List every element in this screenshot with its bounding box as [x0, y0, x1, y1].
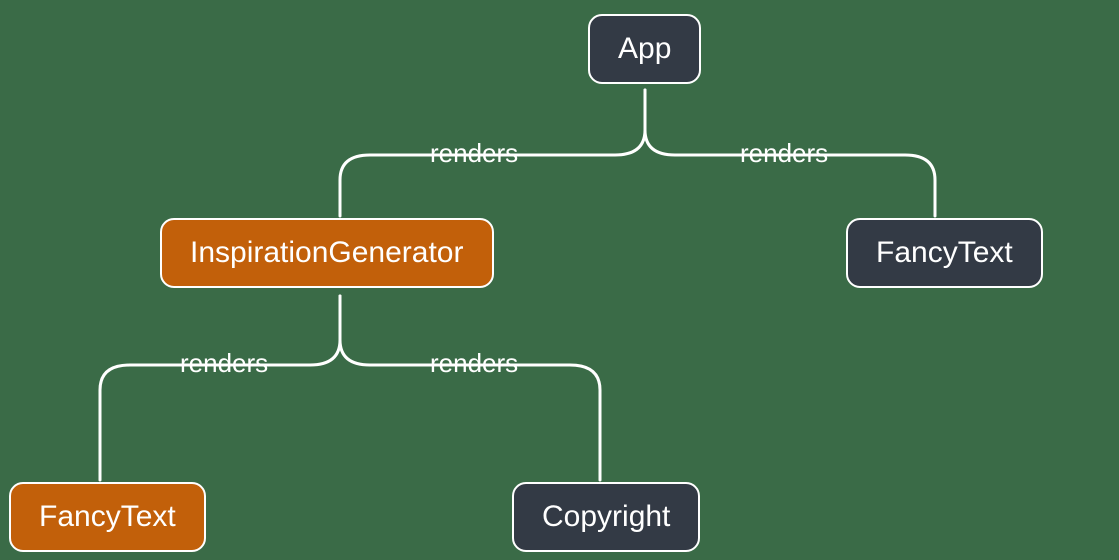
- node-copyright: Copyright: [512, 482, 700, 552]
- node-inspiration-generator: InspirationGenerator: [160, 218, 494, 288]
- node-label: FancyText: [39, 500, 176, 534]
- node-label: FancyText: [876, 236, 1013, 270]
- node-app: App: [588, 14, 701, 84]
- node-label: Copyright: [542, 500, 670, 534]
- edge-label-inspiration-fancytext: renders: [180, 348, 268, 379]
- node-fancytext-right: FancyText: [846, 218, 1043, 288]
- edge-label-app-fancytext: renders: [740, 138, 828, 169]
- edge-label-inspiration-copyright: renders: [430, 348, 518, 379]
- node-fancytext-left: FancyText: [9, 482, 206, 552]
- node-label: App: [618, 32, 671, 66]
- node-label: InspirationGenerator: [190, 236, 464, 270]
- component-tree-diagram: App InspirationGenerator FancyText Fancy…: [0, 0, 1119, 560]
- edge-label-app-inspiration: renders: [430, 138, 518, 169]
